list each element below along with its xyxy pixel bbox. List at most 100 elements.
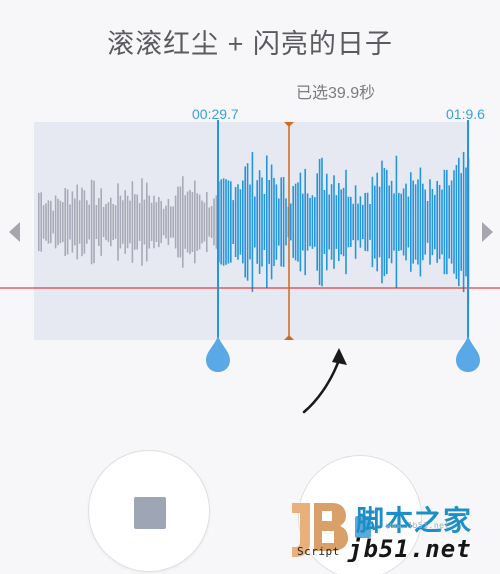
waveform-bar [304,168,306,276]
waveform-bar [88,204,90,240]
waveform-bar [359,196,362,248]
waveform-bar [299,172,302,272]
waveform-bar [398,192,400,251]
waveform-bar [47,200,50,244]
waveform-bar [345,169,347,275]
waveform-bar [388,185,390,259]
waveform-bar [460,173,462,271]
waveform-bar [417,179,419,265]
waveform-bar [278,198,280,246]
waveform-bar [71,191,74,253]
waveform-bar [275,184,278,260]
waveform-bar [376,172,378,272]
waveform-bar [74,198,76,246]
waveform-bar [134,194,136,250]
watermark-url: www.Jb51.net [386,521,450,530]
waveform-bar [83,190,86,254]
waveform-bar [64,188,66,256]
waveform-bar [52,210,54,234]
waveform-bar [136,194,138,250]
waveform-bar [62,202,64,242]
waveform-bar [165,205,167,239]
waveform-bar [429,179,431,265]
waveform-bar [330,184,333,260]
watermark-script-text: Script [297,545,340,558]
waveform-bar [110,197,112,247]
waveform-bar [122,200,124,244]
page-title: 滚滚红尘 + 闪亮的日子 [107,29,393,59]
waveform-bar [366,192,369,252]
waveform-bar [261,177,263,267]
waveform-bar [268,180,270,264]
waveform-bar [350,196,352,247]
waveform-bar [131,181,134,263]
waveform-bar [38,192,40,252]
waveform-bar [194,180,196,264]
waveform-bar [186,191,189,253]
waveform-bar [326,173,328,271]
waveform-bar [124,190,126,254]
waveform-bar [234,187,237,257]
waveform-bar [59,200,62,244]
waveform-bar [184,195,186,249]
waveform-bar [143,199,146,245]
waveform-bar [352,203,354,241]
selected-duration-label: 已选39.9秒 [296,85,376,102]
waveform-bar [141,178,143,266]
waveform-bar [182,176,184,268]
waveform-bar [419,167,422,277]
waveform-bar [254,196,256,248]
waveform-bar [455,165,458,279]
waveform-bar [465,167,467,277]
waveform-bar [249,184,251,260]
waveform-bar [100,188,102,256]
waveform-bar [69,204,71,240]
waveform-bar [206,191,208,253]
waveform-bar [237,184,239,260]
waveform-bar [45,203,47,241]
waveform-bar [311,195,314,249]
waveform-bar [378,186,381,258]
waveform-bar [220,179,222,265]
waveform-bar [263,194,266,250]
waveform-bar [150,202,153,242]
waveform-bar [102,206,105,238]
waveform-bar [203,202,206,242]
waveform-bar [114,205,117,239]
waveform-bar [251,152,254,292]
waveform-bar [338,183,340,261]
waveform-bar [422,183,424,261]
waveform-bar [172,206,174,238]
curved-arrow-icon [302,348,347,414]
waveform-bar [95,204,98,240]
waveform-bar [458,157,460,287]
waveform-bar [323,190,326,254]
waveform-bar [138,203,141,241]
waveform-bar [316,173,318,271]
waveform-bar [410,172,412,272]
waveform-bar [98,198,100,246]
watermark-site-name: 脚本之家 [356,505,473,536]
waveform-bar [280,177,282,267]
waveform-bar [294,183,297,261]
waveform-bar [54,195,57,249]
waveform-bar [302,193,304,251]
waveform-bar [448,185,450,259]
watermark-domain: jb51.net [348,535,472,563]
waveform-bar [386,169,388,275]
waveform-bar [347,196,350,248]
waveform-bar [282,177,285,267]
right-handle-drop-icon[interactable] [456,336,480,372]
waveform-bar [383,167,386,277]
waveform-bar [405,183,407,261]
waveform-bar [112,204,114,240]
waveform-bar [446,169,448,275]
stop-button[interactable] [88,450,210,572]
waveform-bar [158,196,160,248]
left-handle-drop-icon[interactable] [206,336,230,372]
waveform-bar [86,200,88,244]
waveform-bar [297,182,299,262]
waveform-bar [177,186,179,258]
waveform-editor[interactable] [0,115,500,395]
waveform-bar [239,189,242,255]
